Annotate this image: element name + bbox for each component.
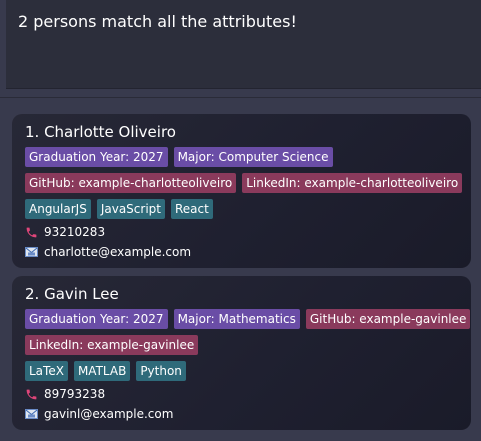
tag: JavaScript [96, 199, 165, 219]
tag: LinkedIn: example-gavinlee [25, 335, 199, 355]
tag: Graduation Year: 2027 [25, 309, 168, 329]
phone-icon [25, 388, 38, 401]
tag: Python [136, 361, 186, 381]
tag-row: Graduation Year: 2027 Major: Computer Sc… [25, 144, 458, 170]
result-display: 2 persons match all the attributes! [6, 0, 481, 89]
tag-row: LaTeX MATLAB Python [25, 358, 458, 384]
person-card[interactable]: 2. Gavin Lee Graduation Year: 2027 Major… [12, 276, 471, 430]
mail-icon [25, 408, 38, 420]
person-name: 1. Charlotte Oliveiro [25, 123, 176, 141]
person-name: 2. Gavin Lee [25, 285, 119, 303]
email-address: charlotte@example.com [44, 245, 192, 259]
tag: MATLAB [73, 361, 131, 381]
tag: GitHub: example-charlotteoliveiro [25, 173, 237, 193]
tag-row: LinkedIn: example-gavinlee [25, 332, 458, 358]
phone-number: 93210283 [44, 225, 106, 239]
person-card[interactable]: 1. Charlotte Oliveiro Graduation Year: 2… [12, 114, 471, 268]
tag: Major: Mathematics [173, 309, 300, 329]
tag: Graduation Year: 2027 [25, 147, 168, 167]
phone-row: 93210283 [25, 222, 458, 242]
divider [0, 97, 481, 98]
email-row: gavinl@example.com [25, 404, 458, 424]
phone-number: 89793238 [44, 387, 106, 401]
tag: GitHub: example-gavinlee [305, 309, 471, 329]
result-message: 2 persons match all the attributes! [18, 12, 297, 31]
person-list[interactable]: 1. Charlotte Oliveiro Graduation Year: 2… [12, 114, 471, 438]
phone-row: 89793238 [25, 384, 458, 404]
tag-row: GitHub: example-charlotteoliveiro Linked… [25, 170, 463, 196]
tag-row: AngularJS JavaScript React [25, 196, 458, 222]
tag: LaTeX [25, 361, 68, 381]
tag: AngularJS [25, 199, 91, 219]
email-row: charlotte@example.com [25, 242, 458, 262]
tag: React [170, 199, 213, 219]
phone-icon [25, 226, 38, 239]
email-address: gavinl@example.com [44, 407, 174, 421]
tag: Major: Computer Science [173, 147, 333, 167]
tag: LinkedIn: example-charlotteoliveiro [242, 173, 463, 193]
mail-icon [25, 246, 38, 258]
tag-row: Graduation Year: 2027 Major: Mathematics… [25, 306, 471, 332]
